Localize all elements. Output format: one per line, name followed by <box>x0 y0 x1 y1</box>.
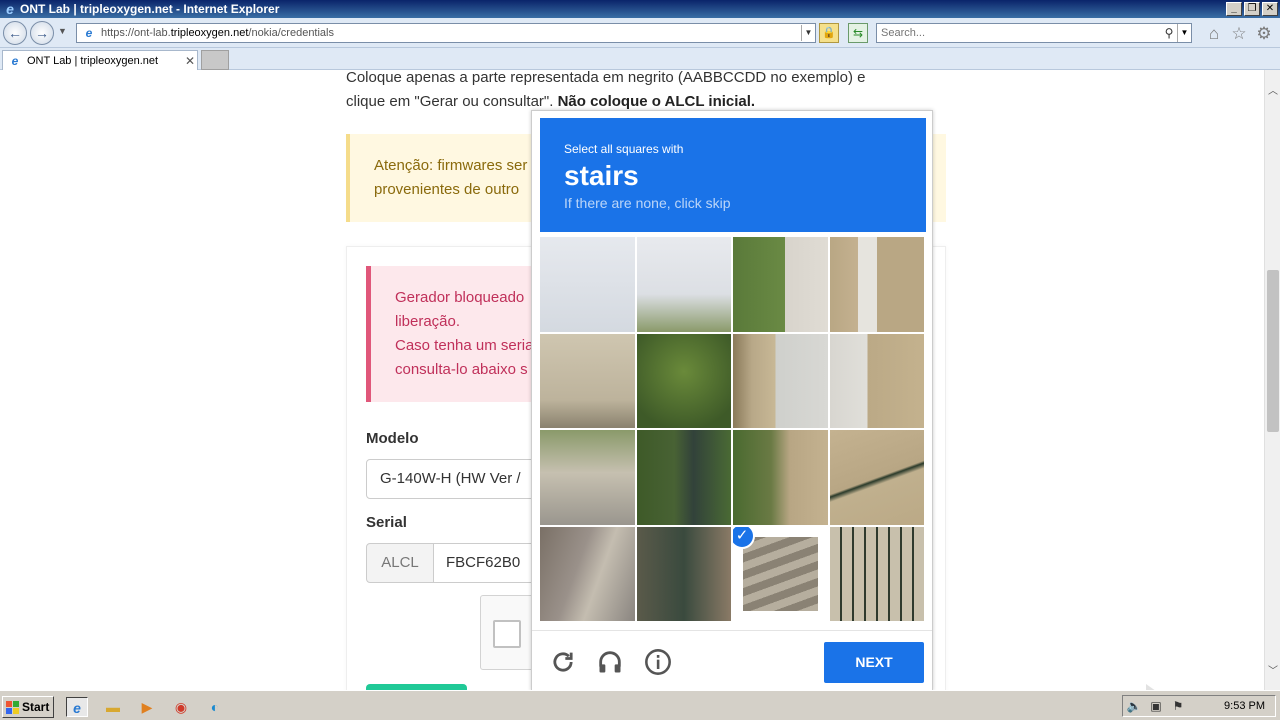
tab-bar: e ONT Lab | tripleoxygen.net ✕ <box>0 48 1280 70</box>
compatibility-refresh-button[interactable]: ⇆ <box>848 23 868 43</box>
settings-gear-icon[interactable]: ⚙ <box>1254 24 1274 44</box>
tab-label: ONT Lab | tripleoxygen.net <box>27 54 159 67</box>
minimize-button[interactable]: _ <box>1226 2 1242 16</box>
page-scrollbar[interactable]: ︿ ﹀ <box>1264 70 1280 690</box>
captcha-tile-1[interactable] <box>540 237 635 332</box>
clock[interactable]: 9:53 PM <box>1224 700 1265 712</box>
captcha-tile-6[interactable] <box>636 333 731 428</box>
browser-navbar: ← → ▼ e https://ont-lab.tripleoxygen.net… <box>0 18 1280 48</box>
search-icon[interactable]: ⚲ <box>1161 26 1177 40</box>
new-tab-button[interactable] <box>201 50 229 70</box>
scroll-down-icon[interactable]: ﹀ <box>1265 664 1280 680</box>
captcha-image-grid: ✓ <box>540 237 926 623</box>
captcha-tile-16[interactable] <box>829 526 924 621</box>
captcha-tile-12[interactable] <box>829 430 924 525</box>
home-icon[interactable]: ⌂ <box>1204 24 1224 44</box>
search-dropdown-icon[interactable]: ▼ <box>1177 24 1191 42</box>
captcha-tile-5[interactable] <box>540 333 635 428</box>
audio-headphones-icon[interactable] <box>596 648 624 676</box>
captcha-tile-4[interactable] <box>829 237 924 332</box>
chrome-icon[interactable]: ◉ <box>170 697 192 717</box>
volume-icon[interactable]: 🔈 <box>1123 699 1145 713</box>
forward-button[interactable]: → <box>30 21 54 45</box>
url-path: /nokia/credentials <box>248 27 334 39</box>
intro-line-2-plain: clique em "Gerar ou consultar". <box>346 93 558 110</box>
captcha-tile-8[interactable] <box>829 333 924 428</box>
explorer-folder-icon[interactable]: ▬ <box>102 697 124 717</box>
address-dropdown-icon[interactable]: ▼ <box>801 25 815 41</box>
captcha-tile-2[interactable] <box>636 237 731 332</box>
flag-icon[interactable]: ⚑ <box>1167 699 1189 713</box>
start-button[interactable]: Start <box>2 696 54 718</box>
edge-icon[interactable]: ◐ <box>204 697 226 717</box>
url-prefix: https://ont-lab. <box>101 27 171 39</box>
scroll-thumb[interactable] <box>1267 270 1279 432</box>
lock-icon: 🔒 <box>822 27 836 39</box>
recaptcha-checkbox[interactable] <box>493 620 521 648</box>
serial-prefix: ALCL <box>366 543 434 583</box>
tab-ont-lab[interactable]: e ONT Lab | tripleoxygen.net ✕ <box>2 50 198 70</box>
captcha-hint: If there are none, click skip <box>564 195 731 211</box>
watermark-text-right: RUN <box>1184 682 1264 690</box>
intro-text: Coloque apenas a parte representada em n… <box>346 70 906 114</box>
restore-button[interactable]: ❐ <box>1244 2 1260 16</box>
system-tray: 🔈 ▣ ⚑ 9:53 PM <box>1122 695 1276 717</box>
security-lock-button[interactable]: 🔒 <box>819 23 839 43</box>
refresh-icon: ⇆ <box>852 26 864 40</box>
window-title: ONT Lab | tripleoxygen.net - Internet Ex… <box>20 2 280 16</box>
captcha-tile-7[interactable] <box>733 333 828 428</box>
captcha-instruction: Select all squares with <box>564 142 684 156</box>
intro-line-1: Coloque apenas a parte representada em n… <box>346 70 866 86</box>
next-button[interactable]: NEXT <box>824 642 924 683</box>
captcha-target: stairs <box>564 160 639 191</box>
tab-close-icon[interactable]: ✕ <box>183 54 197 68</box>
start-label: Start <box>22 700 50 714</box>
watermark-text-left: ANY <box>1036 682 1142 690</box>
captcha-footer: NEXT <box>532 630 932 692</box>
scroll-up-icon[interactable]: ︿ <box>1265 84 1280 100</box>
search-box[interactable]: ⚲ ▼ <box>876 23 1192 43</box>
address-url[interactable]: https://ont-lab.tripleoxygen.net/nokia/c… <box>101 27 801 39</box>
serial-label: Serial <box>366 514 407 531</box>
window-titlebar: e ONT Lab | tripleoxygen.net - Internet … <box>0 0 1280 18</box>
captcha-header: Select all squares with stairs If there … <box>540 118 926 232</box>
captcha-tile-3[interactable] <box>733 237 828 332</box>
ie-logo-icon: e <box>6 1 14 17</box>
page-favicon-icon: e <box>85 26 93 40</box>
anyrun-watermark: ANY RUN <box>1036 682 1264 690</box>
model-label: Modelo <box>366 430 419 447</box>
favorites-star-icon[interactable]: ☆ <box>1229 24 1249 44</box>
taskbar: Start e ▬ ▶ ◉ ◐ 🔈 ▣ ⚑ 9:53 PM <box>0 690 1280 720</box>
back-button[interactable]: ← <box>3 21 27 45</box>
close-window-button[interactable]: ✕ <box>1262 2 1278 16</box>
windows-logo-icon <box>6 700 19 714</box>
captcha-tile-9[interactable] <box>540 430 635 525</box>
captcha-tile-11[interactable] <box>733 430 828 525</box>
reload-icon[interactable] <box>549 648 577 676</box>
intro-line-2-bold: Não coloque o ALCL inicial. <box>557 93 756 110</box>
history-dropdown-icon[interactable]: ▼ <box>58 26 67 36</box>
media-player-icon[interactable]: ▶ <box>136 697 158 717</box>
url-domain: tripleoxygen.net <box>170 27 249 39</box>
captcha-tile-14[interactable] <box>636 526 731 621</box>
info-icon[interactable] <box>644 648 672 676</box>
arrow-right-icon: → <box>35 25 49 41</box>
arrow-left-icon: ← <box>8 25 22 41</box>
captcha-challenge: Select all squares with stairs If there … <box>531 110 933 691</box>
network-icon[interactable]: ▣ <box>1145 699 1167 713</box>
window-controls: _ ❐ ✕ <box>1226 2 1278 16</box>
address-bar[interactable]: e https://ont-lab.tripleoxygen.net/nokia… <box>76 23 816 43</box>
ie-taskbar-icon[interactable]: e <box>66 697 88 717</box>
tab-favicon-icon: e <box>11 53 19 68</box>
captcha-tile-10[interactable] <box>636 430 731 525</box>
search-input[interactable] <box>877 27 1161 39</box>
captcha-tile-13[interactable] <box>540 526 635 621</box>
captcha-tile-15[interactable]: ✓ <box>733 526 828 622</box>
